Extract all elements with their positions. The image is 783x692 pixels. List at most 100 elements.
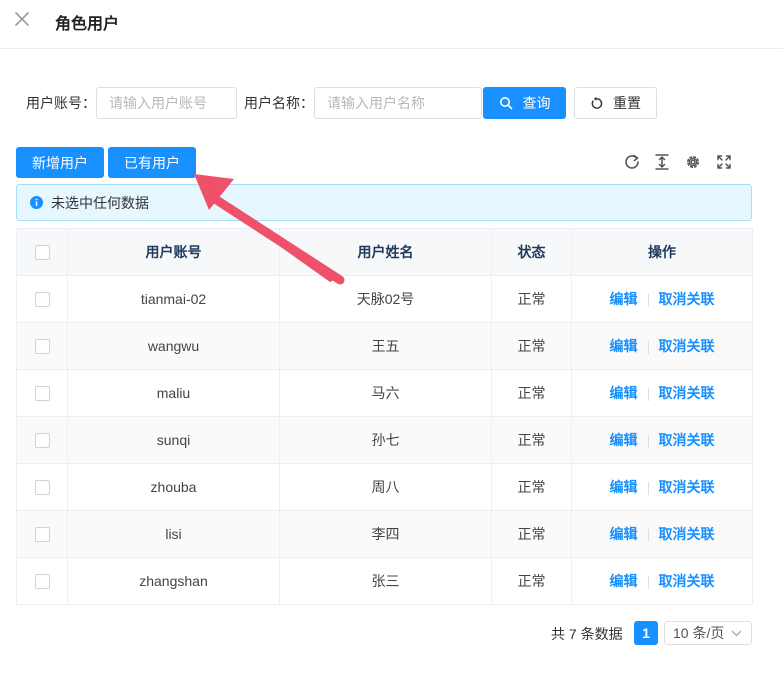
row-checkbox[interactable] (34, 480, 50, 496)
action-divider (647, 340, 649, 354)
column-height-icon[interactable] (653, 153, 671, 171)
cell-status: 正常 (491, 463, 572, 511)
cell-account: zhouba (67, 463, 280, 511)
row-checkbox[interactable] (34, 527, 50, 543)
unlink-link[interactable]: 取消关联 (659, 573, 715, 589)
search-icon (499, 97, 512, 110)
table-row: zhouba 周八 正常 编辑 取消关联 (16, 463, 753, 511)
unlink-link[interactable]: 取消关联 (659, 338, 715, 354)
row-checkbox[interactable] (34, 339, 50, 355)
cell-actions: 编辑 取消关联 (571, 510, 753, 558)
cell-account: zhangshan (67, 557, 280, 605)
search-form: 用户账号： 用户名称： 查询 重置 (26, 87, 657, 119)
cell-status: 正常 (491, 369, 572, 417)
unlink-link[interactable]: 取消关联 (659, 432, 715, 448)
refresh-icon[interactable] (623, 153, 641, 171)
cell-actions: 编辑 取消关联 (571, 463, 753, 511)
cell-account: maliu (67, 369, 280, 417)
cell-account: sunqi (67, 416, 280, 464)
account-input[interactable] (96, 87, 237, 119)
select-all-checkbox[interactable] (34, 245, 50, 261)
cell-actions: 编辑 取消关联 (571, 322, 753, 370)
total-count: 共 7 条数据 (551, 626, 623, 642)
table-row: zhangshan 张三 正常 编辑 取消关联 (16, 557, 753, 605)
cell-account: lisi (67, 510, 280, 558)
edit-link[interactable]: 编辑 (610, 526, 638, 542)
query-label: 查询 (522, 95, 551, 111)
column-header-actions: 操作 (571, 228, 753, 276)
row-checkbox[interactable] (34, 574, 50, 590)
action-divider (647, 528, 649, 542)
name-input[interactable] (314, 87, 482, 119)
cell-status: 正常 (491, 510, 572, 558)
column-header-name: 用户姓名 (279, 228, 492, 276)
table-row: tianmai-02 天脉02号 正常 编辑 取消关联 (16, 275, 753, 323)
table-row: wangwu 王五 正常 编辑 取消关联 (16, 322, 753, 370)
table-row: lisi 李四 正常 编辑 取消关联 (16, 510, 753, 558)
user-table: 用户账号 用户姓名 状态 操作 tianmai-02 天脉02号 正常 编辑取消… (16, 228, 753, 605)
query-button[interactable]: 查询 (483, 87, 566, 119)
info-icon (30, 196, 43, 209)
cell-actions: 编辑 取消关联 (571, 416, 753, 464)
existing-user-button[interactable]: 已有用户 (108, 147, 196, 178)
unlink-link[interactable]: 取消关联 (659, 479, 715, 495)
cell-actions: 编辑 取消关联 (571, 557, 753, 605)
column-header-status: 状态 (491, 228, 572, 276)
reset-label: 重置 (613, 95, 641, 111)
selection-alert: 未选中任何数据 (16, 184, 752, 221)
reset-button[interactable]: 重置 (574, 87, 657, 119)
cell-name: 王五 (279, 322, 492, 370)
name-label: 用户名称： (244, 95, 314, 111)
row-checkbox[interactable] (34, 386, 50, 402)
cell-name: 天脉02号 (279, 275, 492, 323)
edit-link[interactable]: 编辑 (610, 573, 638, 589)
fullscreen-icon[interactable] (715, 153, 733, 171)
cell-name: 马六 (279, 369, 492, 417)
page-1-button[interactable]: 1 (634, 621, 658, 645)
page-size-label: 10 条/页 (673, 625, 725, 641)
edit-link[interactable]: 编辑 (610, 385, 638, 401)
cell-account: tianmai-02 (67, 275, 280, 323)
cell-name: 周八 (279, 463, 492, 511)
cell-name: 李四 (279, 510, 492, 558)
close-icon[interactable] (12, 9, 32, 29)
action-divider (647, 481, 649, 495)
edit-link[interactable]: 编辑 (610, 338, 638, 354)
unlink-link[interactable]: 取消关联 (659, 385, 715, 401)
alert-text: 未选中任何数据 (51, 194, 149, 211)
reset-icon (591, 96, 603, 109)
cell-account: wangwu (67, 322, 280, 370)
header-checkbox-cell (16, 228, 68, 276)
page-title: 角色用户 (55, 16, 120, 33)
gear-icon[interactable] (684, 153, 702, 171)
table-row: sunqi 孙七 正常 编辑 取消关联 (16, 416, 753, 464)
column-header-account: 用户账号 (67, 228, 280, 276)
action-divider (647, 434, 649, 448)
action-divider (647, 293, 649, 307)
table-row: maliu 马六 正常 编辑 取消关联 (16, 369, 753, 417)
cell-actions: 编辑 取消关联 (571, 275, 753, 323)
account-label: 用户账号： (26, 95, 96, 111)
cell-actions: 编辑 取消关联 (571, 369, 753, 417)
row-checkbox[interactable] (34, 433, 50, 449)
add-user-button[interactable]: 新增用户 (16, 147, 104, 178)
edit-link[interactable]: 编辑 (610, 291, 638, 307)
unlink-link[interactable]: 取消关联 (659, 291, 715, 307)
cell-name: 张三 (279, 557, 492, 605)
modal-header: 角色用户 (0, 0, 783, 49)
cell-status: 正常 (491, 275, 572, 323)
action-divider (647, 575, 649, 589)
cell-name: 孙七 (279, 416, 492, 464)
page-size-select[interactable]: 10 条/页 (664, 621, 752, 645)
unlink-link[interactable]: 取消关联 (659, 526, 715, 542)
chevron-down-icon (731, 630, 742, 637)
cell-status: 正常 (491, 557, 572, 605)
row-checkbox[interactable] (34, 292, 50, 308)
action-divider (647, 387, 649, 401)
pagination: 共 7 条数据 1 10 条/页 (0, 621, 783, 645)
cell-status: 正常 (491, 322, 572, 370)
cell-status: 正常 (491, 416, 572, 464)
edit-link[interactable]: 编辑 (610, 479, 638, 495)
table-header-row: 用户账号 用户姓名 状态 操作 (16, 228, 753, 276)
edit-link[interactable]: 编辑 (610, 432, 638, 448)
